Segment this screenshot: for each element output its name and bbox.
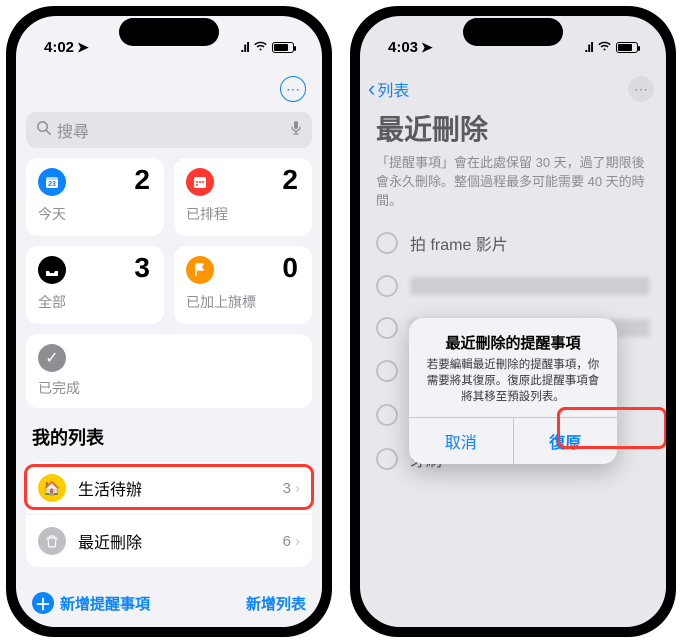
checkmark-icon: ✓	[38, 344, 66, 372]
house-icon: 🏠	[38, 474, 66, 502]
content-left: ⋯ 搜尋 23 2 今天	[16, 16, 322, 627]
status-indicators	[240, 39, 294, 55]
radio-icon[interactable]	[376, 448, 398, 470]
status-indicators	[584, 39, 638, 55]
chevron-left-icon: ‹	[368, 76, 375, 102]
svg-text:23: 23	[48, 181, 56, 188]
top-actions: ⋯	[16, 72, 322, 104]
new-reminder-label: 新增提醒事項	[60, 593, 150, 614]
card-today[interactable]: 23 2 今天	[26, 158, 164, 236]
card-flagged-label: 已加上旗標	[186, 292, 300, 312]
notch	[463, 18, 563, 46]
back-label: 列表	[377, 77, 409, 101]
trash-icon	[38, 527, 66, 555]
card-scheduled[interactable]: 2 已排程	[174, 158, 312, 236]
alert-buttons: 取消 復原	[409, 417, 617, 464]
card-flagged[interactable]: 0 已加上旗標	[174, 246, 312, 324]
list-row-count: 6	[283, 533, 291, 550]
reminder-text-blurred	[410, 277, 650, 295]
reminder-row[interactable]: 拍 frame 影片	[368, 221, 658, 265]
list-row-life[interactable]: 🏠 生活待辦 3 ›	[26, 462, 312, 514]
notch	[119, 18, 219, 46]
search-icon	[36, 120, 51, 140]
list-row-recently-deleted[interactable]: 最近刪除 6 ›	[26, 514, 312, 567]
plus-icon: ＋	[32, 592, 54, 614]
status-time: 4:03 ➤	[388, 39, 433, 56]
more-button[interactable]: ⋯	[628, 76, 654, 102]
location-icon: ➤	[421, 39, 433, 56]
mic-icon[interactable]	[290, 120, 302, 141]
chevron-right-icon: ›	[295, 533, 300, 550]
new-reminder-button[interactable]: ＋ 新增提醒事項	[32, 592, 150, 614]
list-row-label: 最近刪除	[78, 529, 142, 553]
chevron-right-icon: ›	[295, 480, 300, 497]
flag-icon	[186, 256, 214, 284]
nav-bar: ‹ 列表 ⋯	[360, 72, 666, 106]
reminder-text: 拍 frame 影片	[410, 231, 508, 255]
card-flagged-count: 0	[282, 252, 298, 284]
new-list-button[interactable]: 新增列表	[246, 593, 306, 614]
card-today-count: 2	[134, 164, 150, 196]
wifi-icon	[597, 39, 612, 55]
radio-icon[interactable]	[376, 232, 398, 254]
card-completed[interactable]: ✓ 已完成	[26, 334, 312, 408]
radio-icon[interactable]	[376, 275, 398, 297]
list-row-label: 生活待辦	[78, 476, 142, 500]
screen-right: 4:03 ➤ ‹ 列表 ⋯ 最近刪除 「提醒事項」會在此處保留 30 天，過了期…	[360, 16, 666, 627]
list-row-meta: 3 ›	[283, 480, 300, 497]
calendar-icon	[186, 168, 214, 196]
page-subtitle: 「提醒事項」會在此處保留 30 天，過了期限後會永久刪除。整個過程最多可能需要 …	[360, 154, 666, 221]
status-time: 4:02 ➤	[44, 39, 89, 56]
card-scheduled-label: 已排程	[186, 204, 300, 224]
card-all-count: 3	[134, 252, 150, 284]
alert-title: 最近刪除的提醒事項	[409, 318, 617, 357]
more-button[interactable]: ⋯	[280, 76, 306, 102]
status-time-text: 4:02	[44, 39, 74, 56]
list-row-count: 3	[283, 480, 291, 497]
reminder-row[interactable]	[368, 265, 658, 307]
alert-message: 若要編輯最近刪除的提醒事項，你需要將其復原。復原此提醒事項會將其移至預設列表。	[409, 357, 617, 417]
alert-dialog: 最近刪除的提醒事項 若要編輯最近刪除的提醒事項，你需要將其復原。復原此提醒事項會…	[409, 318, 617, 464]
my-lists-header: 我的列表	[16, 418, 322, 456]
battery-icon	[272, 42, 294, 53]
calendar-icon: 23	[38, 168, 66, 196]
back-button[interactable]: ‹ 列表	[368, 76, 409, 102]
phone-left: 4:02 ➤ ⋯ 搜尋	[6, 6, 332, 637]
search-placeholder: 搜尋	[57, 118, 89, 142]
card-scheduled-count: 2	[282, 164, 298, 196]
phone-right: 4:03 ➤ ‹ 列表 ⋯ 最近刪除 「提醒事項」會在此處保留 30 天，過了期…	[350, 6, 676, 637]
radio-icon[interactable]	[376, 360, 398, 382]
radio-icon[interactable]	[376, 317, 398, 339]
bottom-bar: ＋ 新增提醒事項 新增列表	[16, 585, 322, 627]
status-time-text: 4:03	[388, 39, 418, 56]
signal-icon	[240, 39, 249, 55]
page-title: 最近刪除	[360, 106, 666, 154]
screen-left: 4:02 ➤ ⋯ 搜尋	[16, 16, 322, 627]
location-icon: ➤	[77, 39, 89, 56]
search-input[interactable]: 搜尋	[26, 112, 312, 148]
card-completed-label: 已完成	[38, 378, 300, 398]
restore-button[interactable]: 復原	[513, 418, 618, 464]
card-today-label: 今天	[38, 204, 152, 224]
my-lists: 🏠 生活待辦 3 › 最近刪除 6 ›	[26, 462, 312, 567]
wifi-icon	[253, 39, 268, 55]
list-row-meta: 6 ›	[283, 533, 300, 550]
inbox-icon	[38, 256, 66, 284]
smart-lists-grid: 23 2 今天 2 已排程 3 全部	[16, 158, 322, 332]
card-all-label: 全部	[38, 292, 152, 312]
card-all[interactable]: 3 全部	[26, 246, 164, 324]
signal-icon	[584, 39, 593, 55]
cancel-button[interactable]: 取消	[409, 418, 513, 464]
radio-icon[interactable]	[376, 404, 398, 426]
battery-icon	[616, 42, 638, 53]
